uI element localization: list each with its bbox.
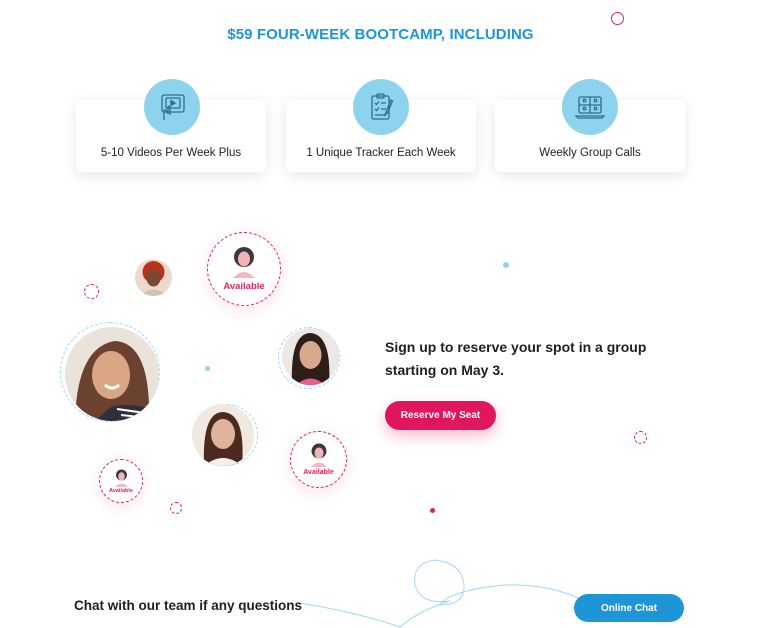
- available-label: Available: [223, 281, 265, 292]
- member-avatar: [65, 327, 159, 421]
- member-avatar: [192, 404, 254, 466]
- feature-label: 1 Unique Tracker Each Week: [306, 147, 456, 159]
- decor-dot: [205, 366, 210, 371]
- person-placeholder-icon: [114, 469, 128, 487]
- decor-dot: [503, 262, 509, 268]
- online-chat-button[interactable]: Online Chat: [574, 594, 684, 622]
- available-seat-medium: Available: [290, 431, 347, 488]
- feature-label: 5-10 Videos Per Week Plus: [100, 147, 242, 159]
- member-avatar: [135, 259, 172, 296]
- group-call-laptop-icon: [562, 79, 618, 135]
- video-tablet-icon: [144, 79, 200, 135]
- feature-label: Weekly Group Calls: [539, 147, 641, 159]
- signup-text: Sign up to reserve your spot in a group …: [385, 339, 647, 378]
- available-seat-small: Available: [99, 459, 143, 503]
- chat-prompt: Chat with our team if any questions: [74, 598, 303, 613]
- available-seat-large: Available: [207, 232, 281, 306]
- decor-ring: [84, 284, 99, 299]
- reserve-seat-button[interactable]: Reserve My Seat: [385, 401, 496, 430]
- decor-swoosh: [300, 559, 600, 628]
- decor-ring: [170, 502, 182, 514]
- available-label: Available: [303, 469, 334, 476]
- decor-ring: [634, 431, 647, 444]
- person-placeholder-icon: [233, 247, 255, 278]
- available-label: Available: [109, 487, 133, 494]
- person-placeholder-icon: [310, 443, 327, 467]
- checklist-clipboard-icon: [353, 79, 409, 135]
- decor-dot: [430, 508, 435, 513]
- member-avatar: [282, 328, 339, 385]
- page-title: $59 FOUR-WEEK BOOTCAMP, INCLUDING: [227, 26, 534, 43]
- decor-ring: [611, 12, 624, 25]
